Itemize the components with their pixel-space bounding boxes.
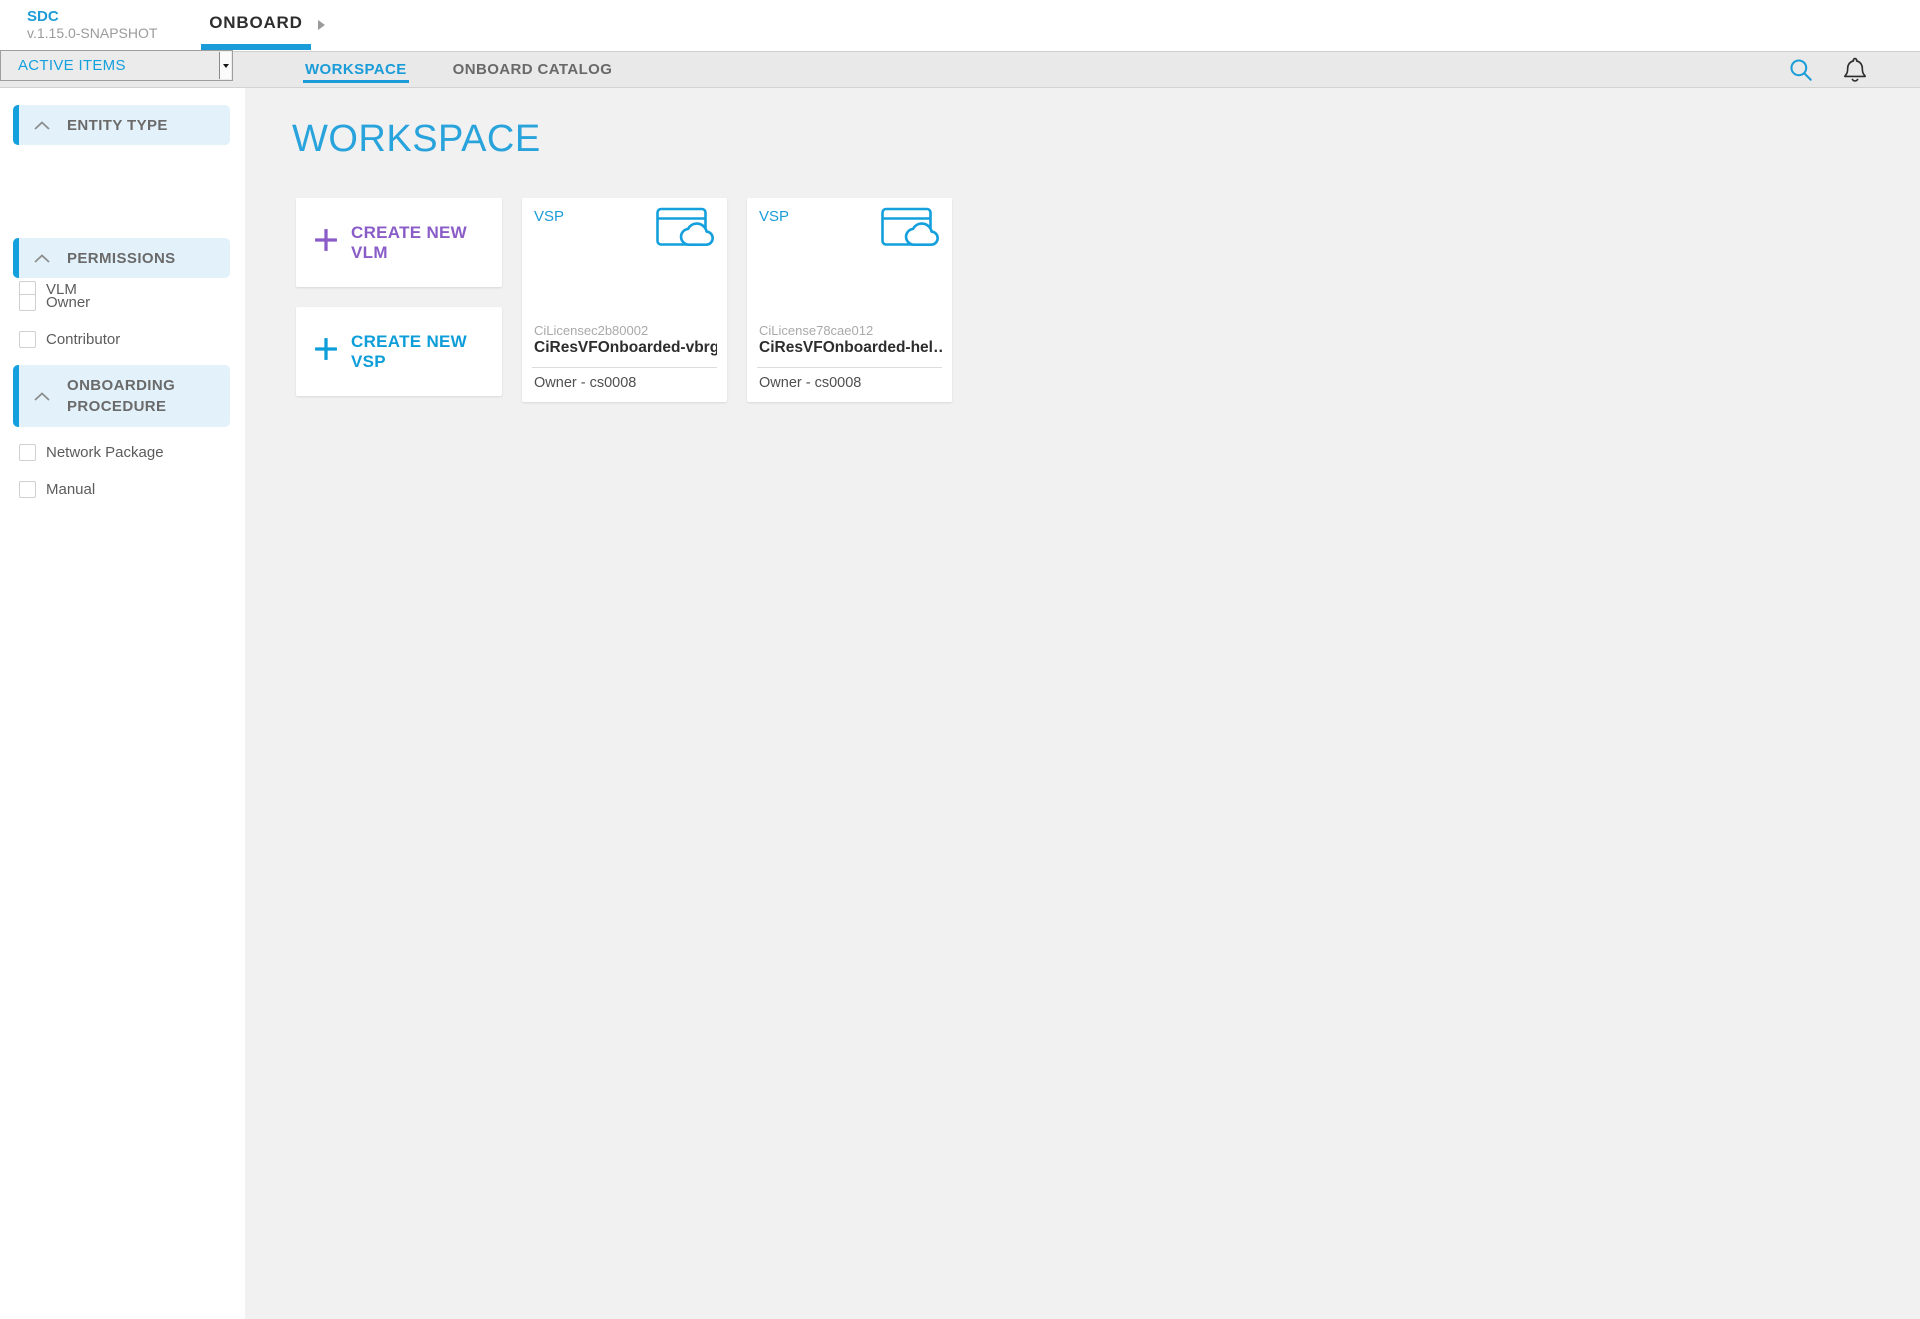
card-name: CiResVFOnboarded-vbrg… [534, 339, 717, 356]
section-onboarding-procedure[interactable]: ONBOARDING PROCEDURE [13, 365, 230, 427]
checkbox-network-package[interactable] [19, 443, 36, 461]
section-permissions[interactable]: PERMISSIONS [13, 238, 230, 278]
bell-icon[interactable] [1842, 57, 1868, 83]
tab-onboard-catalog[interactable]: ONBOARD CATALOG [451, 52, 615, 87]
vsp-cloud-icon [881, 207, 941, 254]
plus-icon [314, 228, 338, 257]
filter-label: Network Package [46, 443, 164, 461]
tab-onboard[interactable]: ONBOARD [201, 0, 311, 51]
dropdown-arrow-icon [219, 52, 231, 79]
logo-version: v.1.15.0-SNAPSHOT [27, 25, 158, 41]
card-type-label: VSP [759, 208, 790, 225]
create-new-vlm-label: CREATE NEW VLM [351, 222, 468, 262]
create-new-vsp-label: CREATE NEW VSP [351, 331, 468, 371]
chevron-up-icon [34, 391, 50, 401]
tab-workspace-label: WORKSPACE [305, 61, 407, 78]
card-divider [532, 367, 717, 368]
card-permission: Owner - cs0008 [759, 375, 862, 391]
page-title: WORKSPACE [292, 118, 541, 160]
filter-row-network-package[interactable]: Network Package [19, 443, 164, 461]
filter-row-manual[interactable]: Manual [19, 480, 95, 498]
card-permission: Owner - cs0008 [534, 375, 637, 391]
tab-workspace[interactable]: WORKSPACE [303, 52, 409, 87]
checkbox-manual[interactable] [19, 480, 36, 498]
filter-row-contributor[interactable]: Contributor [19, 330, 120, 348]
filter-label: Contributor [46, 330, 121, 348]
card-name: CiResVFOnboarded-hel… [759, 339, 942, 356]
section-title: ENTITY TYPE [67, 116, 168, 134]
filter-label: Owner [46, 293, 91, 311]
main-content: WORKSPACE CREATE NEW VLM CREATE NEW VSP … [245, 88, 1920, 1319]
vsp-card-0[interactable]: VSP CiLicensec2b80002 CiResVFOnboarded-v… [522, 198, 727, 402]
section-title: ONBOARDING PROCEDURE [67, 377, 176, 415]
create-actions-column: CREATE NEW VLM CREATE NEW VSP [296, 198, 502, 396]
logo-title: SDC [27, 8, 59, 25]
card-license: CiLicense78cae012 [759, 323, 874, 338]
filter-row-owner[interactable]: Owner [19, 293, 90, 311]
vsp-card-1[interactable]: VSP CiLicense78cae012 CiResVFOnboarded-h… [747, 198, 952, 402]
create-new-vlm-button[interactable]: CREATE NEW VLM [296, 198, 502, 287]
create-new-vsp-button[interactable]: CREATE NEW VSP [296, 307, 502, 396]
workspace-toolbar: WORKSPACE ONBOARD CATALOG [0, 52, 1920, 88]
vsp-cloud-icon [656, 207, 716, 254]
sdc-logo: SDC v.1.15.0-SNAPSHOT [27, 8, 158, 42]
active-items-select[interactable]: ACTIVE ITEMS [0, 50, 233, 81]
search-icon[interactable] [1788, 57, 1814, 83]
filter-sidebar: ENTITY TYPE VSP VLM PERMISSIONS Owner Co… [0, 81, 245, 1319]
app-header: SDC v.1.15.0-SNAPSHOT ONBOARD [0, 0, 1920, 52]
tab-onboard-label: ONBOARD [209, 13, 303, 32]
section-entity-type[interactable]: ENTITY TYPE [13, 105, 230, 145]
tab-onboard-catalog-label: ONBOARD CATALOG [452, 61, 613, 78]
chevron-up-icon [34, 253, 50, 263]
card-divider [757, 367, 942, 368]
checkbox-owner[interactable] [19, 293, 36, 311]
caret-right-icon[interactable] [318, 20, 325, 30]
plus-icon [314, 337, 338, 366]
card-license: CiLicensec2b80002 [534, 323, 649, 338]
chevron-up-icon [34, 120, 50, 130]
section-title: PERMISSIONS [67, 249, 176, 267]
workspace-cards: CREATE NEW VLM CREATE NEW VSP VSP CiLice… [296, 198, 952, 402]
workspace-tabs: WORKSPACE ONBOARD CATALOG [303, 52, 614, 87]
toolbar-icons [1788, 52, 1868, 87]
active-items-select-value: ACTIVE ITEMS [18, 57, 126, 74]
filter-label: Manual [46, 480, 96, 498]
card-type-label: VSP [534, 208, 565, 225]
checkbox-contributor[interactable] [19, 330, 36, 348]
